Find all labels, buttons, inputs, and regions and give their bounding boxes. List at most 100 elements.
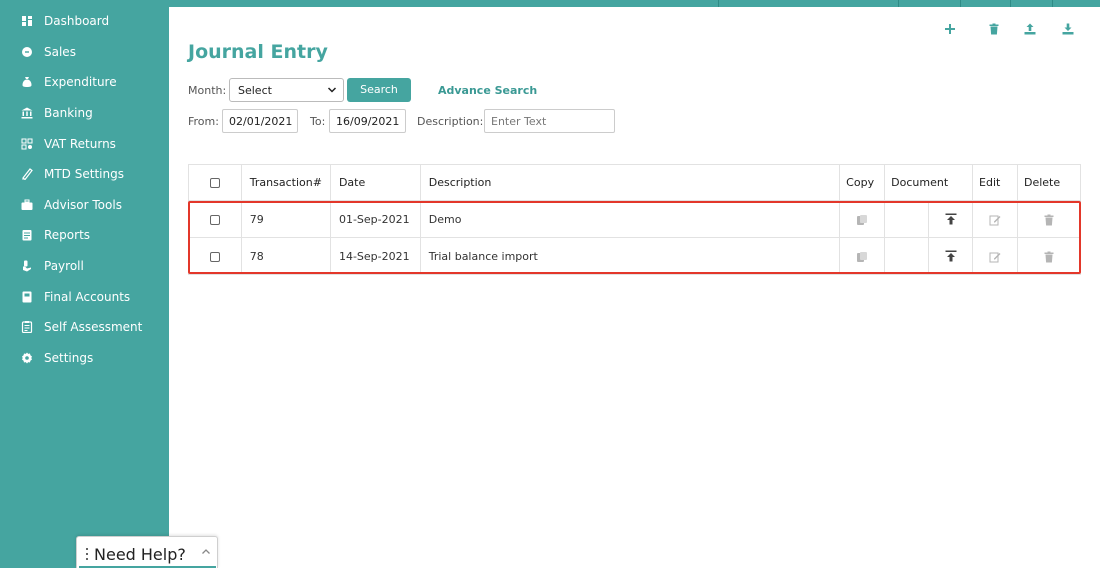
top-bar-divider [898,0,899,7]
search-button[interactable]: Search [347,78,411,102]
trash-icon[interactable] [986,21,1002,37]
sidebar-item-final-accounts[interactable]: Final Accounts [0,281,169,312]
chevron-up-icon[interactable] [201,547,211,557]
drag-handle-icon[interactable] [86,548,89,562]
top-bar-divider [1052,0,1053,7]
description-input[interactable]: Enter Text [484,109,615,133]
sidebar-item-sales[interactable]: Sales [0,37,169,68]
sales-icon [20,45,34,59]
header-edit: Edit [972,164,1018,201]
date-cell: 01-Sep-2021 [329,200,421,238]
month-label: Month: [188,84,227,97]
dashboard-icon [20,14,34,28]
edit-icon[interactable] [989,251,1001,263]
table-row[interactable]: 78 14-Sep-2021 Trial balance import [188,237,1082,275]
filter-row-dates: From: 02/01/2021 To: 16/09/2021 Descript… [188,109,788,133]
header-transaction[interactable]: Transaction# [240,164,331,201]
header-document: Document [884,164,974,201]
sidebar-item-reports[interactable]: Reports [0,220,169,251]
document-cell [884,237,974,275]
transaction-cell: 79 [240,200,331,238]
sidebar-item-payroll[interactable]: Payroll [0,251,169,282]
transaction-cell: 78 [240,237,331,275]
sidebar-item-label: Payroll [44,259,84,274]
from-label: From: [188,115,219,128]
download-icon[interactable] [1060,21,1076,37]
select-all-checkbox[interactable] [209,178,220,188]
document-slot [885,238,930,274]
to-date-input[interactable]: 16/09/2021 [329,109,406,133]
sidebar-item-settings[interactable]: Settings [0,343,169,374]
need-help-label: Need Help? [94,545,186,564]
plus-icon[interactable] [942,21,958,37]
header-copy: Copy [839,164,886,201]
select-all-cell [188,164,242,201]
briefcase-icon [20,198,34,212]
edit-cell [972,200,1018,238]
edit-icon[interactable] [989,214,1001,226]
sidebar-item-banking[interactable]: Banking [0,98,169,129]
description-label: Description: [417,115,484,128]
delete-cell [1016,237,1082,275]
copy-icon[interactable] [856,214,868,226]
need-help-widget[interactable]: Need Help? [76,536,218,568]
description-cell: Demo [419,200,841,238]
calculator-icon [20,137,34,151]
sidebar-item-label: Advisor Tools [44,197,122,212]
month-select[interactable]: Select [229,78,344,102]
gear-icon [20,351,34,365]
sidebar-item-vat-returns[interactable]: VAT Returns [0,128,169,159]
sidebar-item-label: Self Assessment [44,320,143,335]
sidebar-item-label: Final Accounts [44,289,131,304]
top-bar-divider [718,0,719,7]
money-bag-icon [20,75,34,89]
delete-cell [1016,200,1082,238]
filter-row-month: Month: Select Search Advance Search [188,78,708,102]
clipboard-icon [20,320,34,334]
copy-icon[interactable] [856,251,868,263]
sidebar-item-label: Sales [44,44,76,59]
top-bar-divider [960,0,961,7]
document-upload-slot [929,238,972,274]
trash-icon[interactable] [1043,214,1055,226]
month-select-value: Select [238,84,272,97]
copy-cell [839,200,886,238]
row-select-cell [188,200,242,238]
row-select-cell [188,237,242,275]
main-content: Journal Entry Month: Select Search Advan… [169,7,1100,568]
table-header-row: Transaction# Date Description Copy Docum… [188,164,1082,201]
sidebar-item-advisor-tools[interactable]: Advisor Tools [0,190,169,221]
sidebar-item-mtd-settings[interactable]: MTD Settings [0,159,169,190]
table-row[interactable]: 79 01-Sep-2021 Demo [188,200,1082,238]
top-bar-divider [1010,0,1011,7]
sidebar-item-dashboard[interactable]: Dashboard [0,6,169,37]
sidebar: Dashboard Sales Expenditure Banking VAT … [0,0,169,568]
toolbar [939,21,1079,39]
header-delete: Delete [1016,164,1082,201]
to-label: To: [310,115,326,128]
advance-search-link[interactable]: Advance Search [438,84,537,97]
sidebar-item-label: MTD Settings [44,167,124,182]
from-date-input[interactable]: 02/01/2021 [222,109,298,133]
ledger-icon [20,290,34,304]
document-upload-slot [929,201,972,237]
document-slot [885,201,930,237]
description-cell: Trial balance import [419,237,841,275]
header-date[interactable]: Date [329,164,421,201]
upload-document-icon[interactable] [945,250,957,262]
copy-cell [839,237,886,275]
sidebar-item-label: VAT Returns [44,136,116,151]
date-cell: 14-Sep-2021 [329,237,421,275]
sidebar-item-expenditure[interactable]: Expenditure [0,67,169,98]
sidebar-item-label: Dashboard [44,14,110,29]
upload-icon[interactable] [1022,21,1038,37]
page-title: Journal Entry [188,41,328,63]
sidebar-item-self-assessment[interactable]: Self Assessment [0,312,169,343]
sidebar-item-label: Reports [44,228,91,243]
trash-icon[interactable] [1043,251,1055,263]
header-description[interactable]: Description [419,164,841,201]
hand-money-icon [20,259,34,273]
row-checkbox[interactable] [209,251,220,262]
upload-document-icon[interactable] [945,213,957,225]
row-checkbox[interactable] [209,214,220,225]
